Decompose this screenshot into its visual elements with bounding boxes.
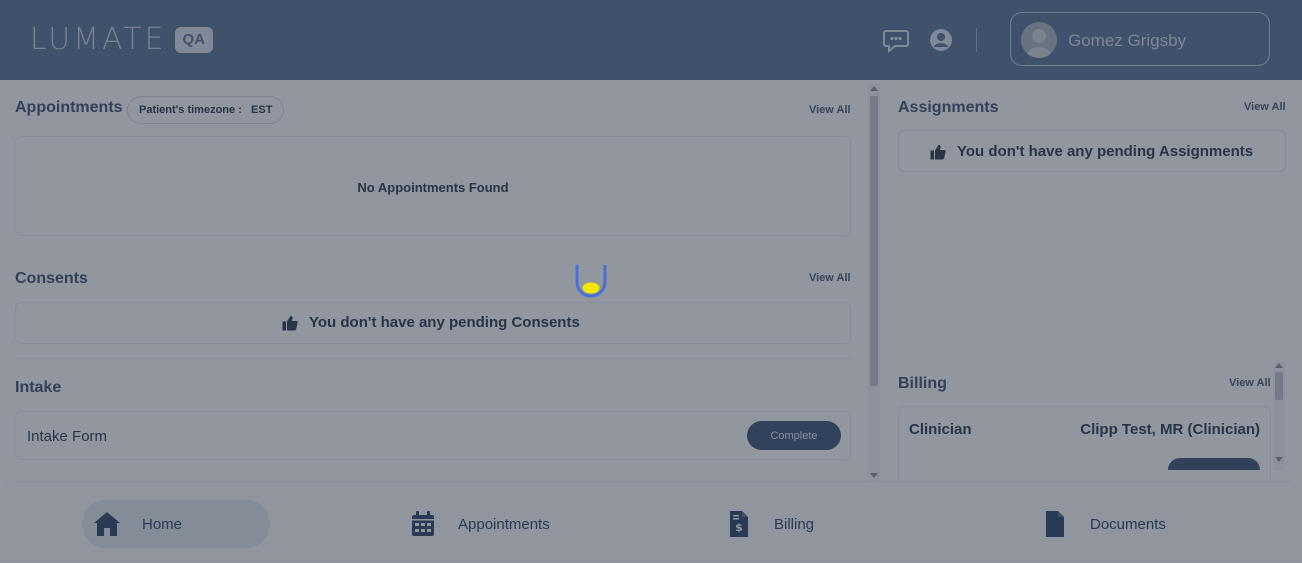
- loading-spinner-icon: [575, 265, 607, 298]
- loading-overlay: [0, 0, 1302, 563]
